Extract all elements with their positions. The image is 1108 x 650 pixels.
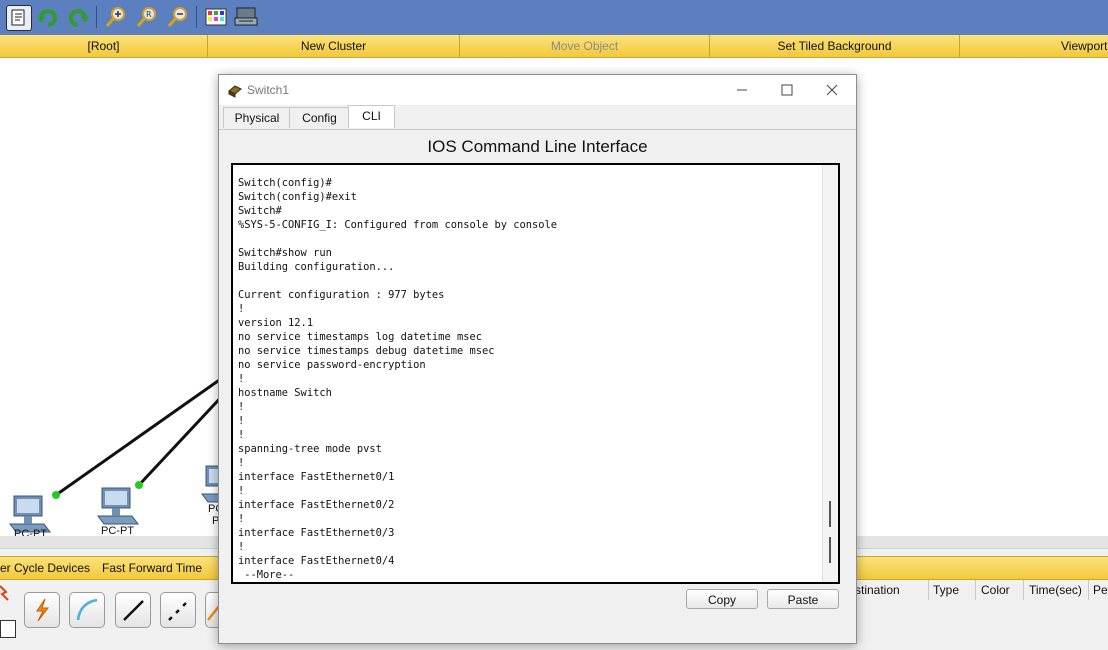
tab-physical[interactable]: Physical [223, 107, 291, 128]
selection-box[interactable] [0, 620, 16, 638]
straight-cable-icon [123, 600, 144, 621]
fast-forward-time-button[interactable]: Fast Forward Time [102, 557, 202, 579]
lightning-icon [0, 582, 14, 602]
dialog-tabs: Physical Config CLI [219, 105, 856, 130]
close-button[interactable] [823, 81, 841, 99]
pdu-header-destination: stination [855, 583, 900, 597]
viewport-button[interactable]: Viewport [960, 35, 1108, 57]
lightning-icon [36, 598, 50, 622]
fiber-cable-button[interactable] [205, 592, 218, 628]
power-cycle-devices-button[interactable]: er Cycle Devices [0, 557, 90, 579]
move-object-button[interactable]: Move Object [460, 35, 710, 57]
fiber-cable-icon [207, 605, 218, 621]
switch-dialog: Switch1 Physical Config CLI IOS Command … [218, 74, 857, 644]
close-icon [826, 84, 838, 96]
device-template-icon[interactable] [234, 5, 258, 29]
pdu-header-time: Time(sec) [1029, 583, 1082, 597]
copy-button[interactable]: Copy [686, 589, 758, 609]
terminal-output[interactable]: Switch(config)# Switch(config)#exit Swit… [238, 176, 818, 582]
inspect-icon[interactable] [6, 5, 32, 31]
zoom-out-icon[interactable] [166, 5, 190, 29]
console-cable-button[interactable] [69, 592, 105, 628]
root-button[interactable]: [Root] [0, 35, 208, 57]
svg-text:R: R [146, 10, 152, 19]
tab-config[interactable]: Config [289, 107, 350, 128]
scrollbar-thumb[interactable] [829, 537, 831, 563]
pc-icon [97, 487, 139, 525]
dialog-title: Switch1 [247, 83, 290, 97]
minimize-icon [737, 89, 747, 91]
zoom-in-icon[interactable] [104, 5, 128, 29]
terminal-scrollbar[interactable] [822, 165, 838, 582]
pc-icon [201, 465, 218, 503]
pc-label: PC-PT [14, 528, 47, 536]
crossover-cable-button[interactable] [160, 592, 196, 628]
dialog-titlebar[interactable]: Switch1 [219, 75, 856, 105]
zoom-reset-icon[interactable]: R [135, 5, 159, 29]
set-tiled-background-button[interactable]: Set Tiled Background [710, 35, 960, 57]
console-cable-icon [76, 598, 98, 621]
new-cluster-button[interactable]: New Cluster [208, 35, 460, 57]
redo-icon[interactable] [66, 5, 90, 29]
pdu-header-type: Type [933, 583, 960, 597]
tab-cli[interactable]: CLI [348, 105, 395, 128]
straight-through-cable-button[interactable] [115, 592, 151, 628]
switch-icon [227, 82, 243, 98]
cli-heading: IOS Command Line Interface [427, 137, 648, 156]
scrollbar-thumb[interactable] [829, 501, 831, 527]
maximize-icon [781, 84, 793, 96]
pdu-header-periodic: Pe [1093, 583, 1108, 597]
crossover-cable-icon [168, 600, 189, 621]
minimize-button[interactable] [733, 81, 751, 99]
auto-connection-button[interactable] [24, 592, 60, 628]
main-toolbar: R [0, 0, 1108, 36]
paste-button[interactable]: Paste [767, 589, 839, 609]
maximize-button[interactable] [778, 81, 796, 99]
undo-icon[interactable] [36, 5, 60, 29]
pdu-header-color: Color [981, 583, 1010, 597]
logical-workspace-bar: [Root] New Cluster Move Object Set Tiled… [0, 35, 1108, 58]
palette-icon[interactable] [204, 5, 228, 29]
cli-terminal[interactable]: Switch(config)# Switch(config)#exit Swit… [231, 163, 840, 584]
